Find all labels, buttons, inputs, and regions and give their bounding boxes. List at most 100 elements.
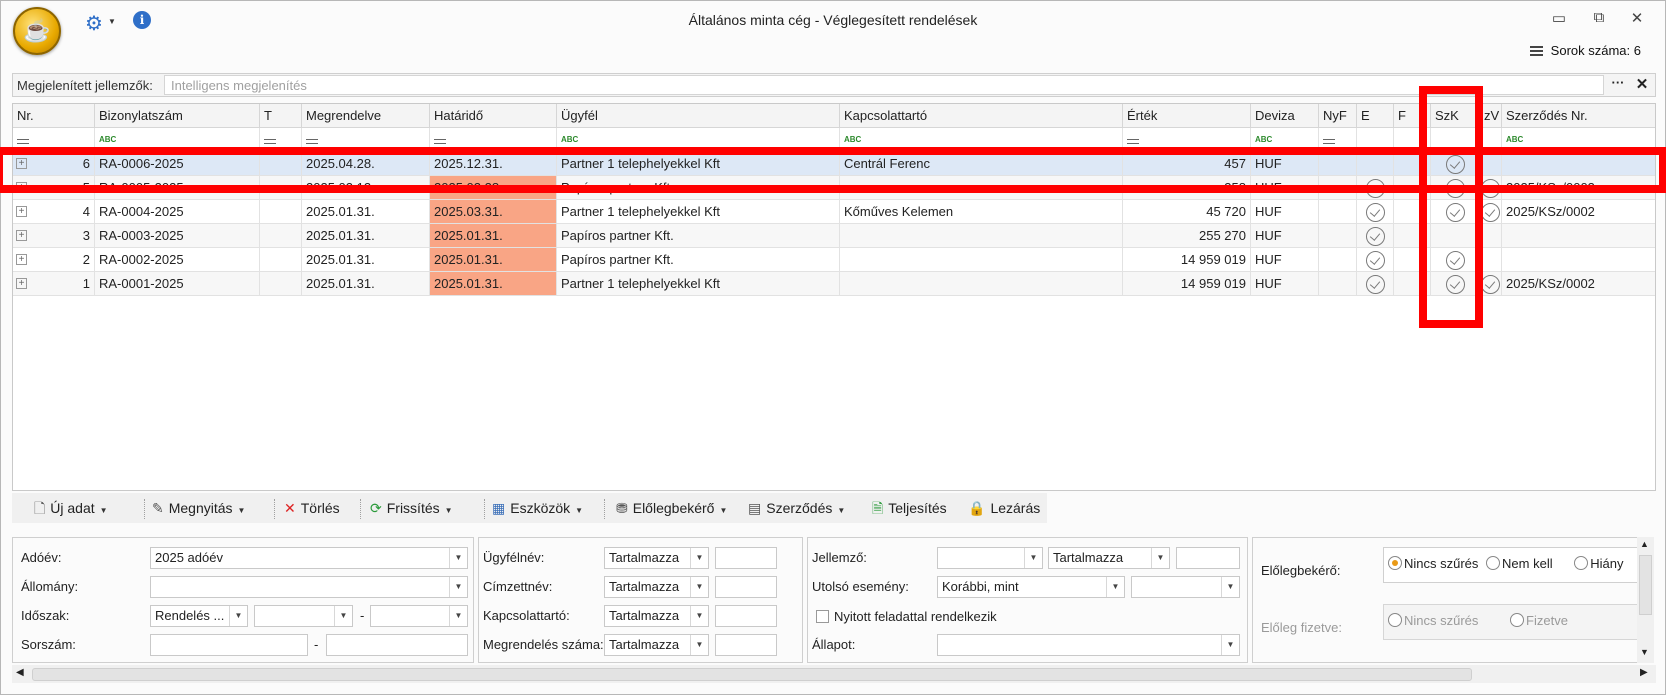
cell-currency[interactable]: HUF <box>1251 200 1319 224</box>
expand-icon[interactable]: + <box>16 230 27 241</box>
scroll-up-icon[interactable]: ▲ <box>1640 539 1649 549</box>
column-header-deadline[interactable]: Határidő <box>430 104 557 128</box>
cell-t[interactable] <box>260 152 302 176</box>
more-options-button[interactable]: ··· <box>1607 75 1629 95</box>
contract-button[interactable]: ▤ Szerződés ▼ <box>748 497 845 521</box>
cell-nyf[interactable] <box>1319 152 1357 176</box>
cell-nyf[interactable] <box>1319 200 1357 224</box>
cell-nr[interactable]: +5 <box>13 176 95 200</box>
cell-deadline[interactable]: 2025.02.28. <box>430 176 557 200</box>
expand-icon[interactable]: + <box>16 182 27 193</box>
tools-button[interactable]: ▦ Eszközök ▼ <box>492 497 583 521</box>
cell-nr[interactable]: +3 <box>13 224 95 248</box>
cell-nyf[interactable] <box>1319 176 1357 200</box>
cell-deadline[interactable]: 2025.01.31. <box>430 272 557 296</box>
cell-customer[interactable]: Partner 1 telephelyekkel Kft <box>557 272 840 296</box>
cell-contact[interactable]: Kőműves Kelemen <box>840 200 1123 224</box>
cell-contact[interactable] <box>840 248 1123 272</box>
delete-button[interactable]: ✕ Törlés <box>284 497 340 521</box>
filter-cell[interactable] <box>1123 128 1251 152</box>
cell-contact[interactable] <box>840 272 1123 296</box>
cell-value[interactable]: 358 <box>1123 176 1251 200</box>
cell-nr[interactable]: +4 <box>13 200 95 224</box>
filter-cell[interactable]: ABC <box>840 128 1123 152</box>
cell-t[interactable] <box>260 272 302 296</box>
stock-select[interactable]: ▼ <box>150 576 468 598</box>
cell-nr[interactable]: +2 <box>13 248 95 272</box>
attribute-mode[interactable]: Tartalmazza ▼ <box>1048 547 1170 569</box>
cell-nr[interactable]: +6 <box>13 152 95 176</box>
open-button[interactable]: ✎ Megnyitás ▼ <box>152 497 245 521</box>
attribute-input[interactable] <box>1176 547 1240 569</box>
last-event-select[interactable]: Korábbi, mint ▼ <box>937 576 1125 598</box>
advance-request-button[interactable]: ⛃ Előlegbekérő ▼ <box>616 497 727 521</box>
radio-icon[interactable] <box>1510 613 1525 627</box>
cell-zv[interactable] <box>1480 200 1502 224</box>
restore-icon[interactable]: ⧉ <box>1587 9 1611 26</box>
cell-doc[interactable]: RA-0005-2025 <box>95 176 260 200</box>
filter-cell[interactable] <box>1431 128 1480 152</box>
filter-cell[interactable]: ABC <box>557 128 840 152</box>
refresh-button[interactable]: ⟳ Frissítés ▼ <box>370 497 453 521</box>
filter-cell[interactable] <box>1357 128 1394 152</box>
filter-cell[interactable]: ABC <box>95 128 260 152</box>
cell-f[interactable] <box>1394 272 1431 296</box>
cell-deadline[interactable]: 2025.12.31. <box>430 152 557 176</box>
table-row[interactable]: +1 RA-0001-2025 2025.01.31. 2025.01.31. Part… <box>13 272 1655 296</box>
displayed-attributes-input[interactable]: Intelligens megjelenítés <box>164 75 1604 95</box>
chevron-down-icon[interactable]: ▼ <box>100 506 108 515</box>
chevron-down-icon[interactable]: ▼ <box>719 506 727 515</box>
addressee-mode[interactable]: Tartalmazza ▼ <box>604 576 709 598</box>
close-icon[interactable]: ✕ <box>1625 9 1649 27</box>
filter-cell[interactable] <box>302 128 430 152</box>
chevron-down-icon[interactable]: ▼ <box>1151 548 1169 568</box>
filter-cell[interactable] <box>430 128 557 152</box>
open-task-checkbox[interactable]: Nyitott feladattal rendelkezik <box>816 608 997 624</box>
cell-zv[interactable] <box>1480 224 1502 248</box>
serial-from-input[interactable] <box>150 634 308 656</box>
scroll-thumb[interactable] <box>1639 555 1652 615</box>
chevron-down-icon[interactable]: ▼ <box>449 548 467 568</box>
cell-value[interactable]: 45 720 <box>1123 200 1251 224</box>
cell-doc[interactable]: RA-0003-2025 <box>95 224 260 248</box>
cell-currency[interactable]: HUF <box>1251 272 1319 296</box>
cell-e[interactable] <box>1357 248 1394 272</box>
cell-customer[interactable]: Papíros partner Kft. <box>557 176 840 200</box>
cell-deadline[interactable]: 2025.01.31. <box>430 248 557 272</box>
cell-doc[interactable]: RA-0004-2025 <box>95 200 260 224</box>
period-from-select[interactable]: ▼ <box>254 605 353 627</box>
chevron-down-icon[interactable]: ▼ <box>690 548 708 568</box>
table-row[interactable]: +4 RA-0004-2025 2025.01.31. 2025.03.31. Part… <box>13 200 1655 224</box>
horizontal-scrollbar[interactable]: ◀ ▶ <box>12 665 1656 683</box>
cell-contact[interactable]: Centrál Ferenc <box>840 152 1123 176</box>
cell-szk[interactable] <box>1431 152 1480 176</box>
column-header-nyf[interactable]: NyF <box>1319 104 1357 128</box>
cell-f[interactable] <box>1394 200 1431 224</box>
chevron-down-icon[interactable]: ▼ <box>449 606 467 626</box>
cell-ordered[interactable]: 2025.01.31. <box>302 200 430 224</box>
customer-name-mode[interactable]: Tartalmazza ▼ <box>604 547 709 569</box>
expand-icon[interactable]: + <box>16 278 27 289</box>
chevron-down-icon[interactable]: ▼ <box>1024 548 1042 568</box>
checkbox-icon[interactable] <box>816 610 829 623</box>
cell-contact[interactable] <box>840 176 1123 200</box>
cell-doc[interactable]: RA-0006-2025 <box>95 152 260 176</box>
cell-currency[interactable]: HUF <box>1251 176 1319 200</box>
cell-customer[interactable]: Partner 1 telephelyekkel Kft <box>557 200 840 224</box>
expand-icon[interactable]: + <box>16 206 27 217</box>
status-select[interactable]: ▼ <box>937 634 1240 656</box>
cell-f[interactable] <box>1394 224 1431 248</box>
table-row[interactable]: +3 RA-0003-2025 2025.01.31. 2025.01.31. Papí… <box>13 224 1655 248</box>
tax-year-select[interactable]: 2025 adóév ▼ <box>150 547 468 569</box>
column-header-currency[interactable]: Deviza <box>1251 104 1319 128</box>
addressee-input[interactable] <box>715 576 777 598</box>
filter-cell[interactable]: ABC <box>1502 128 1655 152</box>
column-header-szk[interactable]: SzK <box>1431 104 1480 128</box>
scroll-down-icon[interactable]: ▼ <box>1640 647 1649 657</box>
cell-e[interactable] <box>1357 224 1394 248</box>
column-header-contact[interactable]: Kapcsolattartó <box>840 104 1123 128</box>
column-header-doc[interactable]: Bizonylatszám <box>95 104 260 128</box>
cell-doc[interactable]: RA-0002-2025 <box>95 248 260 272</box>
radio-icon[interactable] <box>1388 556 1402 570</box>
table-row[interactable]: +2 RA-0002-2025 2025.01.31. 2025.01.31. Papí… <box>13 248 1655 272</box>
